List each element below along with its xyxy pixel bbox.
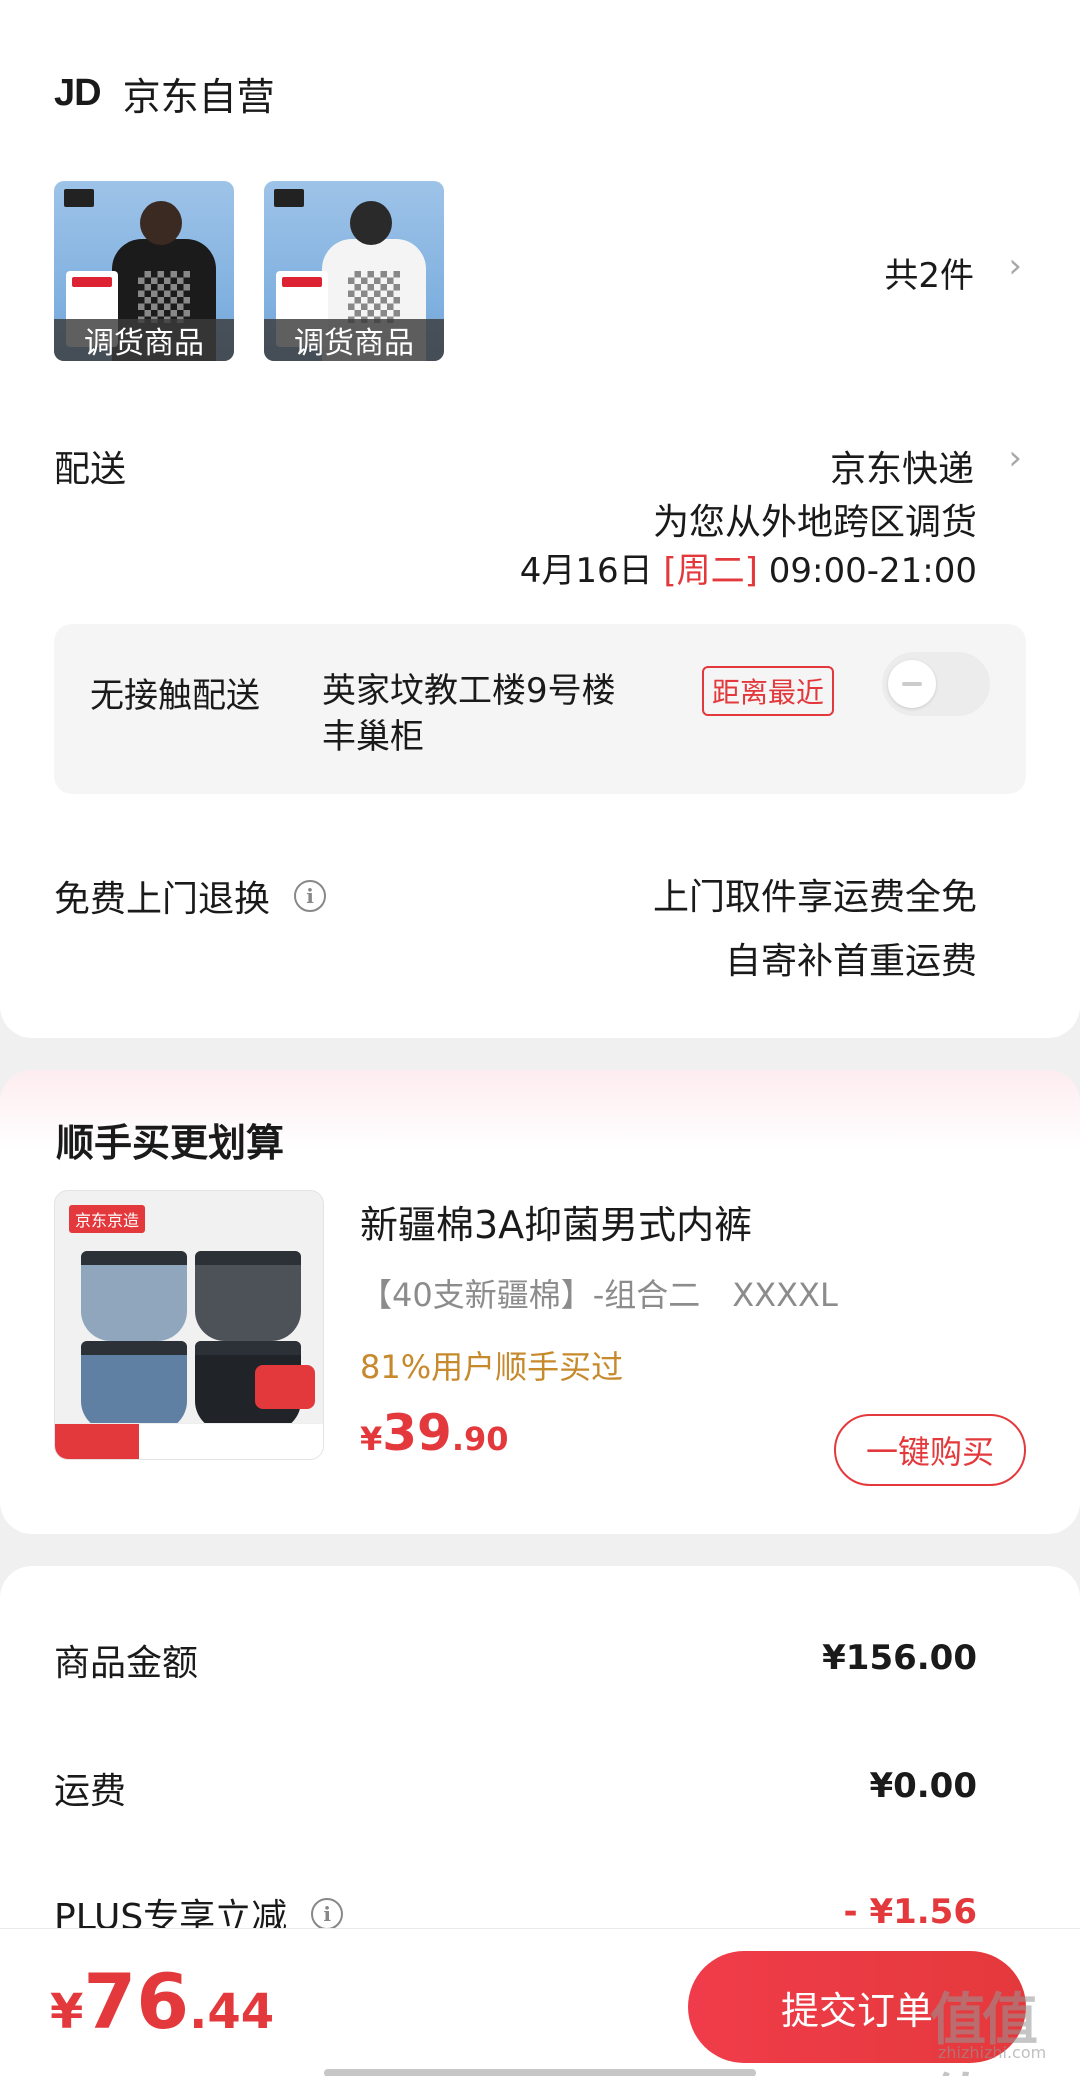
shipping-value: ¥0.00	[869, 1766, 977, 1806]
contactless-address: 英家坟教工楼9号楼 丰巢柜	[322, 668, 682, 760]
brand-logo	[274, 189, 304, 207]
checkout-bar: ¥76.44 提交订单 值值值 zhizhizhi.com	[0, 1928, 1080, 2076]
info-icon[interactable]: i	[294, 880, 327, 912]
delivery-weekday: [周二]	[663, 551, 758, 591]
shipping-label: 运费	[54, 1771, 127, 1812]
delivery-note: 为您从外地跨区调货	[652, 502, 977, 543]
upsell-product-name[interactable]: 新疆棉3A抑菌男式内裤	[360, 1194, 752, 1249]
brand-logo	[64, 189, 94, 207]
brand-tag: 京东京造	[69, 1205, 146, 1233]
transfer-badge: 调货商品	[264, 319, 444, 361]
chevron-right-icon[interactable]: ›	[1008, 246, 1022, 286]
tshirt-print	[348, 271, 400, 323]
delivery-date: 4月16日	[519, 551, 653, 591]
delivery-method[interactable]: 京东快递	[830, 440, 974, 492]
contactless-delivery-box: 无接触配送 英家坟教工楼9号楼 丰巢柜 距离最近	[54, 624, 1026, 794]
one-click-buy-button[interactable]: 一键购买	[834, 1414, 1026, 1486]
contactless-label: 无接触配送	[90, 676, 260, 716]
item-count[interactable]: 共2件	[884, 248, 974, 297]
shop-header: JD 京东自营	[54, 66, 275, 121]
hot-sale-badge	[255, 1365, 315, 1409]
address-line: 丰巢柜	[322, 717, 424, 757]
toggle-knob	[888, 660, 936, 708]
price-decimal: .44	[189, 1984, 275, 2040]
free-return-label: 免费上门退换	[54, 879, 271, 920]
model-head	[350, 201, 392, 245]
return-self-send-text: 自寄补首重运费	[724, 941, 977, 982]
jd-logo: JD	[54, 72, 102, 114]
upsell-product-image[interactable]: 京东京造	[54, 1190, 324, 1460]
brief-image	[81, 1251, 187, 1341]
price-integer: 39	[382, 1404, 452, 1462]
price-symbol: ¥	[50, 1984, 84, 2040]
goods-amount-value: ¥156.00	[822, 1638, 977, 1678]
upsell-card: 顺手买更划算 京东京造 新疆棉3A抑菌男式内裤 【40支新疆棉】-组合二 XXX…	[0, 1070, 1080, 1534]
delivery-time[interactable]: 4月16日 [周二] 09:00-21:00	[520, 543, 977, 592]
model-head	[140, 201, 182, 245]
brief-image	[81, 1341, 187, 1431]
chevron-right-icon[interactable]: ›	[1008, 438, 1022, 478]
plus-discount-value: - ¥1.56	[843, 1892, 978, 1932]
image-info-bar	[55, 1423, 323, 1459]
price-symbol: ¥	[360, 1420, 383, 1458]
delivery-label: 配送	[54, 449, 127, 490]
price-integer: 76	[83, 1957, 190, 2046]
shop-name: 京东自营	[122, 75, 275, 119]
product-thumbnail[interactable]: 调货商品	[264, 181, 444, 361]
transfer-badge: 调货商品	[54, 319, 234, 361]
contactless-toggle[interactable]	[882, 652, 990, 716]
brief-image	[195, 1251, 301, 1341]
site-watermark-url: zhizhizhi.com	[938, 2043, 1047, 2062]
free-return-row: 免费上门退换 i	[54, 870, 327, 922]
delivery-window: 09:00-21:00	[768, 551, 977, 591]
tshirt-print	[138, 271, 190, 323]
goods-amount-label: 商品金额	[54, 1643, 199, 1684]
home-indicator[interactable]	[324, 2069, 756, 2076]
address-line: 英家坟教工楼9号楼	[322, 671, 616, 711]
price-decimal: .90	[451, 1420, 509, 1458]
upsell-product-spec: 【40支新疆棉】-组合二 XXXXL	[360, 1276, 838, 1314]
upsell-price: ¥39.90	[360, 1404, 509, 1462]
info-icon[interactable]: i	[311, 1898, 344, 1930]
nearest-tag: 距离最近	[702, 666, 835, 716]
order-confirm-page: JD 京东自营 调货商品 调货商品 共2件 › 配送 京东快递 › 为您从外地跨…	[0, 0, 1080, 2076]
return-pickup-text: 上门取件享运费全免	[652, 877, 977, 918]
product-thumbnail[interactable]: 调货商品	[54, 181, 234, 361]
upsell-title: 顺手买更划算	[56, 1121, 285, 1165]
total-price: ¥76.44	[50, 1957, 274, 2046]
shop-card: JD 京东自营 调货商品 调货商品 共2件 › 配送 京东快递 › 为您从外地跨…	[0, 0, 1080, 1038]
upsell-social-proof: 81%用户顺手买过	[360, 1348, 624, 1386]
